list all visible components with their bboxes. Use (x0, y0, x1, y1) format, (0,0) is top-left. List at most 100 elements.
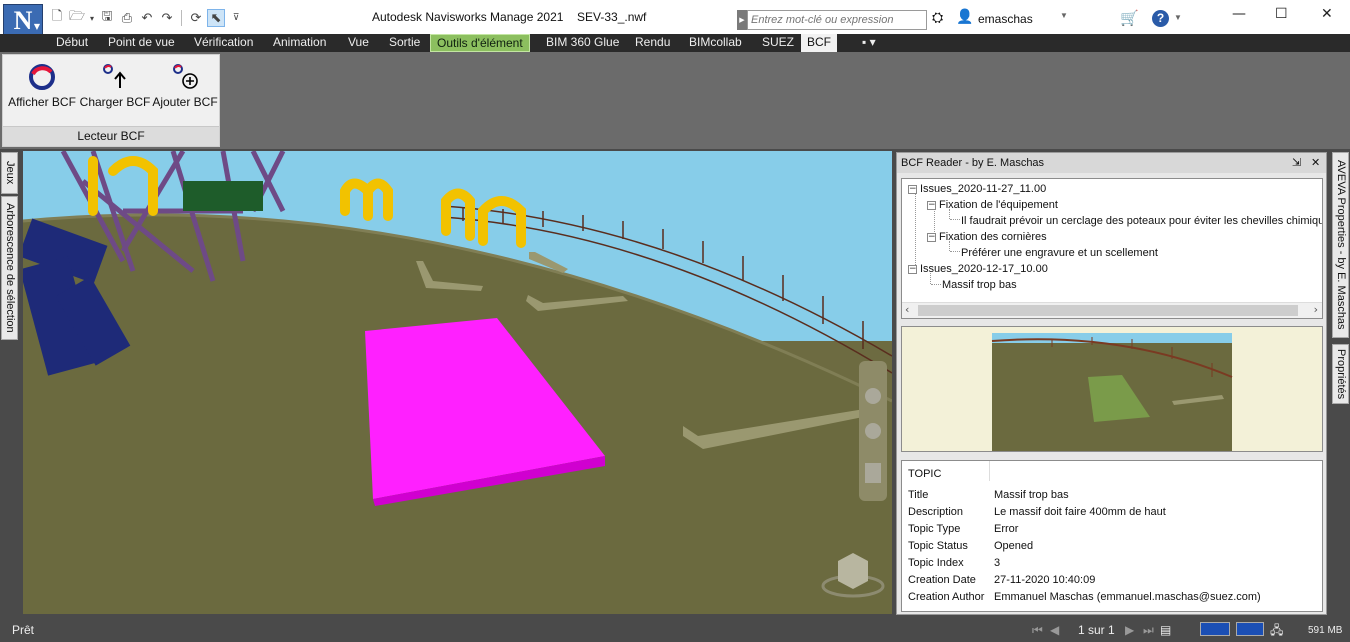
tree-node-comment-engravure[interactable]: Préférer une engravure et un scellement (961, 246, 1158, 260)
refresh-icon[interactable]: ⟳ (187, 9, 205, 27)
tab-bcf[interactable]: BCF (801, 34, 837, 52)
minimize-button[interactable]: — (1232, 6, 1246, 22)
file-name: SEV-33_.nwf (577, 10, 647, 24)
chevron-down-icon[interactable]: ▼ (1060, 11, 1068, 20)
tree-node-label: Issues_2020-12-17_10.00 (920, 263, 1048, 275)
prev-page-icon[interactable]: ◀ (1050, 623, 1059, 637)
snapshot-image (991, 333, 1233, 451)
ribbon-tab-bar: Début Point de vue Vérification Animatio… (0, 34, 1350, 52)
tree-node-label: Il faudrait prévoir un cerclage des pote… (961, 215, 1323, 227)
undo-icon[interactable]: ↶ (138, 9, 156, 27)
close-button[interactable]: ✕ (1321, 6, 1333, 22)
user-icon[interactable]: 👤 (956, 9, 973, 25)
tab-bimcollab[interactable]: BIMcollab (683, 34, 748, 52)
tab-outils-element[interactable]: Outils d'élément (430, 34, 530, 52)
search-input[interactable] (747, 10, 927, 30)
tree-node-label: Fixation de l'équipement (939, 199, 1058, 211)
prop-key-topic-status: Topic Status (908, 540, 968, 552)
collapse-icon[interactable]: − (908, 185, 917, 194)
tree-node-label: Préférer une engravure et un scellement (961, 247, 1158, 259)
scroll-right-icon[interactable]: › (1314, 303, 1318, 316)
binoculars-icon[interactable]: ⛭ (932, 10, 943, 26)
tree-node-label: Massif trop bas (942, 279, 1017, 291)
charger-bcf-button[interactable]: Charger BCF (79, 59, 151, 123)
tree-line (931, 284, 941, 285)
tree-node-label: Issues_2020-11-27_11.00 (920, 183, 1047, 195)
tree-node-massif-trop-bas[interactable]: Massif trop bas (942, 278, 1017, 292)
scroll-left-icon[interactable]: ‹ (905, 303, 909, 316)
tab-verification[interactable]: Vérification (188, 34, 259, 52)
3d-scene (23, 151, 892, 614)
afficher-bcf-button[interactable]: Afficher BCF (7, 59, 77, 123)
prop-value-topic-index: 3 (994, 557, 1001, 569)
pin-icon[interactable]: ⇲ (1292, 153, 1301, 173)
tree-node-label: Fixation des cornières (939, 231, 1047, 243)
quick-access-toolbar: 🗋 🗁 ▾ 🖫 ⎙ ↶ ↷ ⟳ ⬉ ⊽ (48, 7, 245, 29)
sheet-browser-icon[interactable]: ▤ (1160, 623, 1171, 637)
close-panel-icon[interactable]: ✕ (1311, 153, 1320, 173)
application-menu-button[interactable]: N ▼ (3, 4, 43, 38)
prop-key-topic-type: Topic Type (908, 523, 961, 535)
tree-line (915, 193, 916, 273)
prop-value-creation-date: 27-11-2020 10:40:09 (994, 574, 1096, 586)
print-icon[interactable]: ⎙ (118, 9, 136, 27)
horizontal-scrollbar[interactable]: ‹ › (902, 302, 1322, 318)
chevron-down-icon: ▼ (33, 22, 40, 31)
tab-debut[interactable]: Début (50, 34, 94, 52)
maximize-button[interactable]: ☐ (1275, 6, 1288, 22)
new-file-icon[interactable]: 🗋 (48, 9, 66, 27)
select-cursor-icon[interactable]: ⬉ (207, 9, 225, 27)
collapse-icon[interactable]: − (908, 265, 917, 274)
tree-node-comment-cerclage[interactable]: Il faudrait prévoir un cerclage des pote… (961, 214, 1323, 228)
prop-key-topic-index: Topic Index (908, 557, 964, 569)
collapse-icon[interactable]: − (927, 233, 936, 242)
save-icon[interactable]: 🖫 (98, 9, 116, 27)
topic-section-header: TOPIC (908, 468, 942, 480)
search-box: ▶ (737, 9, 927, 31)
customize-toolbar-icon[interactable]: ⊽ (227, 9, 245, 27)
page-indicator: 1 sur 1 (1078, 623, 1115, 637)
redo-icon[interactable]: ↷ (158, 9, 176, 27)
afficher-bcf-label: Afficher BCF (8, 95, 76, 109)
network-icon: 🖧 (1270, 623, 1284, 637)
cart-icon[interactable]: 🛒 (1120, 9, 1139, 27)
ajouter-bcf-button[interactable]: Ajouter BCF (151, 59, 219, 123)
side-tab-jeux[interactable]: Jeux (1, 152, 18, 194)
search-grip-icon[interactable]: ▶ (737, 10, 747, 30)
last-page-icon[interactable]: ⏭ (1143, 623, 1154, 638)
scrollbar-thumb[interactable] (918, 305, 1298, 316)
column-divider (989, 461, 990, 481)
next-page-icon[interactable]: ▶ (1125, 623, 1134, 637)
tab-sortie[interactable]: Sortie (383, 34, 426, 52)
user-name[interactable]: emaschas (978, 12, 1033, 26)
side-tab-aveva-properties[interactable]: AVEVA Properties - by E. Maschas (1332, 152, 1349, 338)
first-page-icon[interactable]: ⏮ (1032, 623, 1043, 638)
separator (181, 10, 182, 26)
prop-value-topic-type: Error (994, 523, 1019, 535)
tab-vue[interactable]: Vue (342, 34, 375, 52)
ajouter-bcf-label: Ajouter BCF (152, 95, 218, 109)
tree-node-issues-2020-11-27[interactable]: − Issues_2020-11-27_11.00 (908, 182, 1046, 196)
chevron-down-icon[interactable]: ▼ (1174, 13, 1182, 22)
tree-node-issues-2020-12-17[interactable]: − Issues_2020-12-17_10.00 (908, 262, 1048, 276)
help-button[interactable]: ? (1152, 10, 1169, 27)
tab-bim360-glue[interactable]: BIM 360 Glue (540, 34, 625, 52)
open-file-icon[interactable]: 🗁 (68, 9, 86, 27)
collapse-icon[interactable]: − (927, 201, 936, 210)
tree-node-fixation-cornieres[interactable]: − Fixation des cornières (927, 230, 1047, 244)
tab-suez[interactable]: SUEZ (756, 34, 800, 52)
bcf-reader-panel: BCF Reader - by E. Maschas ⇲ ✕ − Issues_2… (896, 152, 1327, 615)
tab-rendu[interactable]: Rendu (629, 34, 676, 52)
dropdown-icon[interactable]: ▾ (88, 9, 96, 27)
tab-point-de-vue[interactable]: Point de vue (102, 34, 181, 52)
side-tab-arborescence[interactable]: Arborescence de sélection (1, 196, 18, 340)
prop-key-creation-author: Creation Author (908, 591, 985, 603)
3d-viewport[interactable] (23, 151, 892, 614)
side-tab-proprietes[interactable]: Propriétés (1332, 344, 1349, 404)
prop-value-description: Le massif doit faire 400mm de haut (994, 506, 1166, 518)
tree-node-fixation-equipement[interactable]: − Fixation de l'équipement (927, 198, 1058, 212)
tab-extra-menu[interactable]: ▪ ▾ (856, 34, 882, 52)
tab-animation[interactable]: Animation (267, 34, 332, 52)
issues-tree[interactable]: − Issues_2020-11-27_11.00 − Fixation de l'… (901, 178, 1323, 319)
prop-key-title: Title (908, 489, 929, 501)
